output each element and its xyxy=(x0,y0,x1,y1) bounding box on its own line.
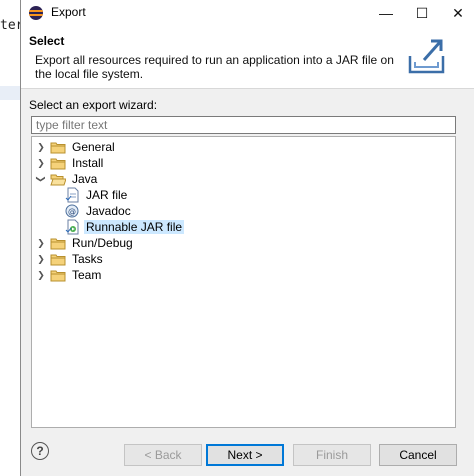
title-bar: Export — ☐ ✕ xyxy=(21,0,474,26)
folder-icon xyxy=(50,251,66,267)
tree-item-runnable-jar-file[interactable]: Runnable JAR file xyxy=(64,219,185,235)
tree-item-jar-file[interactable]: JAR file xyxy=(64,187,129,203)
tree-item-label: General xyxy=(72,140,115,154)
svg-text:@: @ xyxy=(68,207,76,216)
window-title: Export xyxy=(51,5,86,19)
tree-item-label: Java xyxy=(72,172,98,186)
export-icon xyxy=(408,39,445,74)
chevron-right-icon[interactable]: ❯ xyxy=(36,155,46,171)
help-button[interactable]: ? xyxy=(31,442,49,460)
page-description: Export all resources required to run an … xyxy=(35,53,394,81)
tree-item-label: Run/Debug xyxy=(72,236,133,250)
runnable-jar-icon xyxy=(64,219,80,235)
chevron-down-icon[interactable]: ❯ xyxy=(33,174,49,184)
tree-item-label: Runnable JAR file xyxy=(84,220,185,234)
tree-item-team[interactable]: ❯ Team xyxy=(36,267,103,283)
folder-icon xyxy=(50,235,66,251)
tree-item-general[interactable]: ❯ General xyxy=(36,139,117,155)
tree-item-label: Team xyxy=(72,268,102,282)
chevron-right-icon[interactable]: ❯ xyxy=(36,267,46,283)
folder-open-icon xyxy=(50,171,66,187)
close-button[interactable]: ✕ xyxy=(441,0,474,26)
tree-item-javadoc[interactable]: @ Javadoc xyxy=(64,203,133,219)
finish-button[interactable]: Finish xyxy=(293,444,371,466)
tree-item-label: Install xyxy=(72,156,104,170)
background-editor: ter xyxy=(0,0,23,476)
button-bar: ? < Back Next > Finish Cancel xyxy=(21,436,474,476)
wizard-label: Select an export wizard: xyxy=(29,98,158,112)
background-highlight xyxy=(0,86,22,100)
tree-item-label: Javadoc xyxy=(86,204,131,218)
jar-file-icon xyxy=(64,187,80,203)
page-title: Select xyxy=(29,34,65,48)
minimize-button[interactable]: — xyxy=(369,0,403,26)
chevron-right-icon[interactable]: ❯ xyxy=(36,251,46,267)
tree-item-java[interactable]: ❯ Java xyxy=(36,171,99,187)
folder-icon xyxy=(50,139,66,155)
folder-icon xyxy=(50,155,66,171)
maximize-button[interactable]: ☐ xyxy=(405,0,439,26)
wizard-tree[interactable]: ❯ General ❯ Install ❯ Java JAR file @ Ja… xyxy=(31,136,456,428)
wizard-banner: Select Export all resources required to … xyxy=(21,26,474,89)
chevron-right-icon[interactable]: ❯ xyxy=(36,235,46,251)
folder-icon xyxy=(50,267,66,283)
tree-item-install[interactable]: ❯ Install xyxy=(36,155,105,171)
export-dialog: Export — ☐ ✕ Select Export all resources… xyxy=(20,0,474,476)
eclipse-icon xyxy=(29,6,43,20)
next-button[interactable]: Next > xyxy=(206,444,284,466)
back-button[interactable]: < Back xyxy=(124,444,202,466)
chevron-right-icon[interactable]: ❯ xyxy=(36,139,46,155)
javadoc-icon: @ xyxy=(64,203,80,219)
tree-item-tasks[interactable]: ❯ Tasks xyxy=(36,251,105,267)
filter-input[interactable] xyxy=(31,116,456,134)
tree-item-label: JAR file xyxy=(86,188,128,202)
cancel-button[interactable]: Cancel xyxy=(379,444,457,466)
tree-item-run-debug[interactable]: ❯ Run/Debug xyxy=(36,235,135,251)
tree-item-label: Tasks xyxy=(72,252,103,266)
